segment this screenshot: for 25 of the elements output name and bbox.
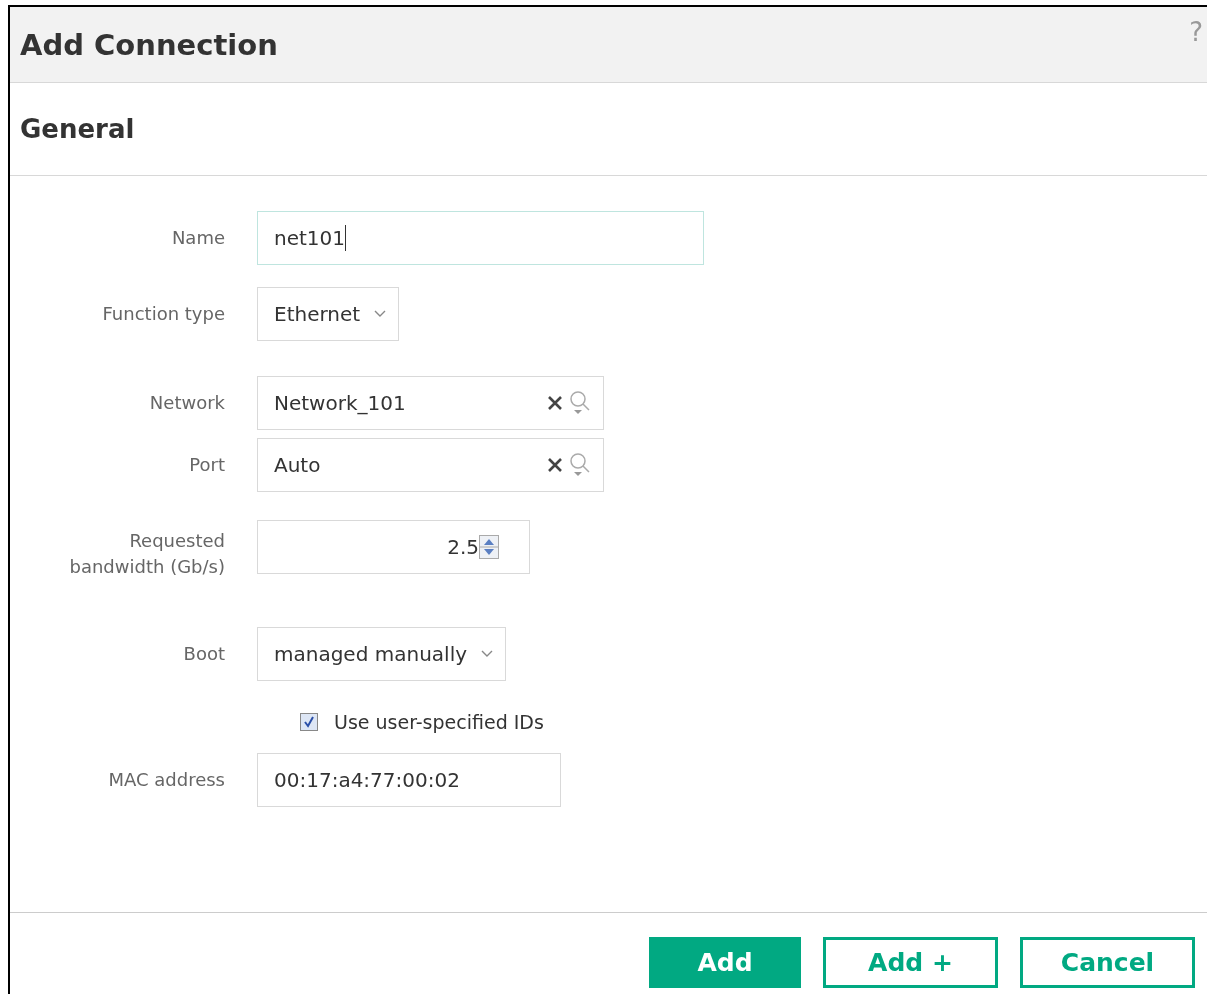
section-heading: General <box>20 114 135 144</box>
text-field[interactable]: 00:17:a4:77:00:02 <box>257 753 561 807</box>
search-icon[interactable] <box>569 452 591 478</box>
checkbox-label: Use user-specified IDs <box>334 711 544 733</box>
clear-icon[interactable] <box>547 457 563 473</box>
field-label: MAC address <box>107 768 226 792</box>
chevron-down-icon <box>374 310 387 318</box>
spinner-arrows-icon[interactable] <box>479 535 499 559</box>
text-field[interactable]: net101 <box>257 211 704 265</box>
field-label: Network <box>148 391 226 415</box>
field-label: Boot <box>182 642 226 666</box>
search-icon[interactable] <box>569 390 591 416</box>
checkbox[interactable] <box>300 713 318 731</box>
clear-icon[interactable] <box>547 395 563 411</box>
field-label: Name <box>170 226 226 250</box>
lookup-field[interactable]: Auto <box>257 438 604 492</box>
field-label: Requested bandwidth (Gb/s) <box>68 529 226 579</box>
number-field[interactable]: 2.5 <box>257 520 530 574</box>
dropdown[interactable]: managed manually <box>257 627 507 681</box>
dropdown[interactable]: Ethernet <box>257 287 400 341</box>
dialog-title: Add Connection <box>20 27 278 62</box>
field-label: Function type <box>101 302 226 326</box>
field-label: Port <box>188 453 226 477</box>
chevron-down-icon <box>481 650 494 658</box>
lookup-field[interactable]: Network_101 <box>257 376 604 430</box>
